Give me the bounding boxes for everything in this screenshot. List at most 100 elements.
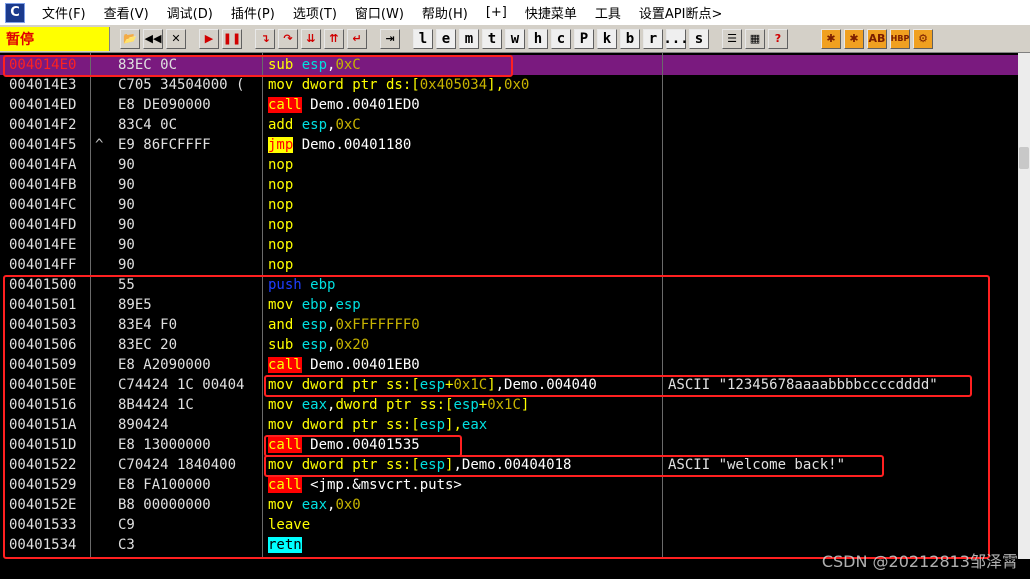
window-button-k[interactable]: k (597, 28, 617, 49)
disassembly-text: nop (268, 215, 293, 235)
toolbar: 暂停 📂 ◀◀ ✕ ▶ ❚❚ ↴ ↷ ⇊ ⇈ ↵ ⇥ l e m t w h c Pk b r..… (0, 25, 1030, 53)
pause-icon[interactable]: ❚❚ (222, 28, 242, 49)
window-button-w[interactable]: w (505, 28, 525, 49)
hex-dump: 90 (118, 257, 135, 273)
disassembly-text: jmp Demo.00401180 (268, 135, 411, 155)
highlight-box-string (264, 375, 972, 397)
asm-token: mov (268, 77, 302, 93)
step-into-icon[interactable]: ↴ (255, 28, 275, 49)
disasm-row[interactable]: 004014FF 90 nop (0, 255, 1018, 275)
hex-dump: 90 (118, 237, 135, 253)
disassembly-text: nop (268, 255, 293, 275)
menu-item[interactable]: 工具 (586, 3, 630, 22)
step-over-icon[interactable]: ↷ (278, 28, 298, 49)
highlight-box-call (264, 435, 462, 457)
window-button-c[interactable]: c (551, 28, 571, 49)
disasm-row[interactable]: 004014FD 90 nop (0, 215, 1018, 235)
watermark: CSDN @20212813邹泽霄 (821, 552, 1018, 571)
disassembly-text: nop (268, 195, 293, 215)
window-button-t[interactable]: t (482, 28, 502, 49)
window-button-r[interactable]: r (643, 28, 663, 49)
disasm-row[interactable]: 004014F5 ^ E9 86FCFFFF jmp Demo.00401180 (0, 135, 1018, 155)
menu-item[interactable]: 插件(P) (222, 3, 284, 22)
asm-token: nop (268, 157, 294, 173)
asm-token: nop (268, 257, 294, 273)
asm-token: nop (268, 177, 294, 193)
window-button-P[interactable]: P (574, 28, 594, 49)
plugin-icon-5[interactable]: ⚙ (913, 28, 933, 49)
go-to-icon[interactable]: ⇥ (380, 28, 400, 49)
asm-token: nop (268, 237, 294, 253)
window-buttons: l e m t w h c Pk b r... s (413, 28, 712, 49)
execute-till-return-icon[interactable]: ↵ (347, 28, 367, 49)
grid-icon[interactable]: ▦ (745, 28, 765, 49)
trace-over-icon[interactable]: ⇈ (324, 28, 344, 49)
asm-token: nop (268, 217, 294, 233)
hex-dump: E9 86FCFFFF (118, 137, 211, 153)
window-button-l[interactable]: l (413, 28, 433, 49)
help-icon[interactable]: ? (768, 28, 788, 49)
menu-item[interactable]: [+] (477, 5, 516, 20)
menu-item[interactable]: 设置API断点> (630, 3, 731, 22)
disasm-row[interactable]: 004014FE 90 nop (0, 235, 1018, 255)
menu-item[interactable]: 帮助(H) (413, 3, 477, 22)
asm-token: add (268, 117, 302, 133)
plugin-icon-3[interactable]: AB (867, 28, 887, 49)
address: 004014FD (9, 217, 77, 233)
hbp-button[interactable]: HBP (890, 28, 910, 49)
disassembly-text: add esp,0xC (268, 115, 361, 135)
asm-token: 0x405034 (419, 77, 488, 93)
list-icon[interactable]: ☰ (722, 28, 742, 49)
disasm-row[interactable]: 004014FA 90 nop (0, 155, 1018, 175)
address: 004014FB (9, 177, 77, 193)
window-button-s[interactable]: s (689, 28, 709, 49)
vertical-scrollbar[interactable] (1018, 53, 1030, 559)
close-icon[interactable]: ✕ (166, 28, 186, 49)
window-button-b[interactable]: b (620, 28, 640, 49)
menu-item[interactable]: 查看(V) (95, 3, 158, 22)
asm-token: esp (301, 117, 328, 133)
asm-token: 0xC (335, 117, 361, 133)
asm-token: dword ptr ds:[ (301, 77, 420, 93)
hex-dump: 90 (118, 197, 135, 213)
menu-item[interactable]: 选项(T) (284, 3, 346, 22)
disasm-row[interactable]: 004014FC 90 nop (0, 195, 1018, 215)
highlight-box-sub (3, 55, 513, 77)
window-button-e[interactable]: e (436, 28, 456, 49)
disasm-row[interactable]: 004014ED E8 DE090000 call Demo.00401ED0 (0, 95, 1018, 115)
app-icon: C (5, 2, 25, 23)
menu-item[interactable]: 调试(D) (158, 3, 222, 22)
window-button-more[interactable]: ... (663, 28, 689, 49)
menu-bar: C 文件(F) 查看(V) 调试(D) 插件(P) 选项(T) 窗口(W) 帮助(H) [+]… (0, 0, 1030, 25)
status-indicator: 暂停 (0, 26, 110, 51)
disassembly-text: nop (268, 175, 293, 195)
disasm-row[interactable]: 004014F2 83C4 0C add esp,0xC (0, 115, 1018, 135)
hex-dump: E8 DE090000 (118, 97, 211, 113)
restart-icon[interactable]: ◀◀ (143, 28, 163, 49)
menu-item[interactable]: 窗口(W) (346, 3, 413, 22)
window-button-m[interactable]: m (459, 28, 479, 49)
address: 004014FE (9, 237, 77, 253)
trace-into-icon[interactable]: ⇊ (301, 28, 321, 49)
address: 004014FC (9, 197, 77, 213)
scrollbar-thumb[interactable] (1019, 147, 1029, 169)
plugin-icon-1[interactable]: ✱ (821, 28, 841, 49)
address: 004014FA (9, 157, 77, 173)
address: 004014F5 (9, 137, 77, 153)
asm-token: jmp (268, 137, 294, 153)
open-icon[interactable]: 📂 (120, 28, 140, 49)
disassembly-text: nop (268, 235, 293, 255)
address: 004014ED (9, 97, 77, 113)
menu-item[interactable]: 文件(F) (33, 3, 95, 22)
plugin-icon-2[interactable]: ✱ (844, 28, 864, 49)
asm-token: call (268, 97, 302, 113)
asm-token: nop (268, 197, 294, 213)
run-icon[interactable]: ▶ (199, 28, 219, 49)
menu-item[interactable]: 快捷菜单 (516, 3, 586, 22)
window-button-h[interactable]: h (528, 28, 548, 49)
asm-token: 0x0 (504, 77, 530, 93)
hex-dump: 90 (118, 217, 135, 233)
disasm-row[interactable]: 004014FB 90 nop (0, 175, 1018, 195)
address: 004014E3 (9, 77, 77, 93)
disasm-row[interactable]: 004014E3 C705 34504000 (mov dword ptr ds:… (0, 75, 1018, 95)
